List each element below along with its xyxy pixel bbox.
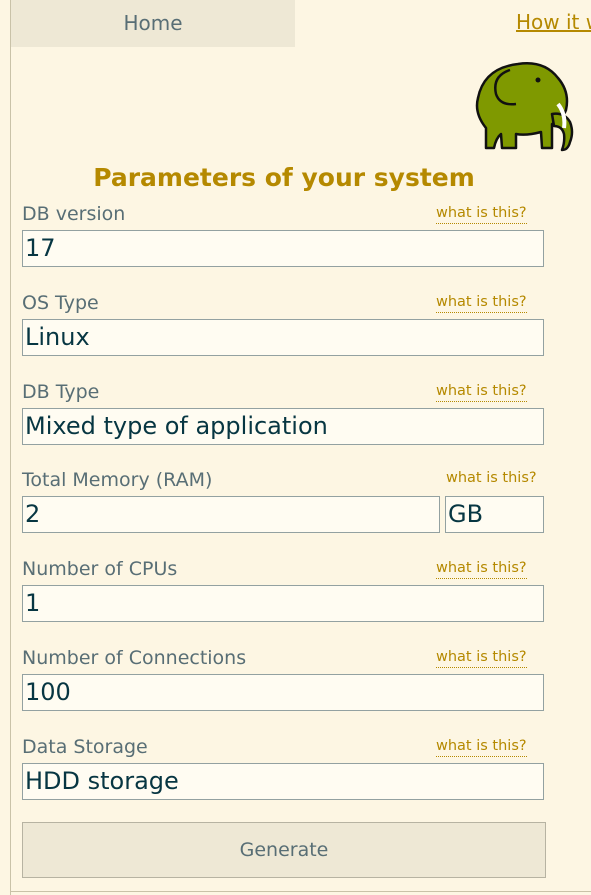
left-divider xyxy=(10,0,11,895)
generate-button[interactable]: Generate xyxy=(22,822,546,878)
page-title: Parameters of your system xyxy=(93,163,475,192)
db-version-help-link[interactable]: what is this? xyxy=(436,205,527,224)
page: Home How it w Parameters of your system … xyxy=(0,0,591,895)
tab-home[interactable]: Home xyxy=(11,0,295,47)
total-memory-help-link[interactable]: what is this? xyxy=(446,470,537,488)
storage-help-link[interactable]: what is this? xyxy=(436,738,527,757)
cpus-help-link[interactable]: what is this? xyxy=(436,560,527,579)
total-memory-label: Total Memory (RAM) xyxy=(22,469,213,491)
connections-input[interactable]: 100 xyxy=(22,674,544,711)
storage-select[interactable]: HDD storage xyxy=(22,763,544,800)
os-type-select[interactable]: Linux xyxy=(22,319,544,356)
memory-unit-select[interactable]: GB xyxy=(445,496,544,533)
db-version-select[interactable]: 17 xyxy=(22,230,544,267)
os-type-help-link[interactable]: what is this? xyxy=(436,294,527,313)
total-memory-input[interactable]: 2 xyxy=(22,496,440,533)
cpus-input[interactable]: 1 xyxy=(22,585,544,622)
cpus-label: Number of CPUs xyxy=(22,558,178,580)
bottom-divider xyxy=(10,891,591,892)
db-type-label: DB Type xyxy=(22,381,100,403)
db-type-help-link[interactable]: what is this? xyxy=(436,383,527,402)
elephant-icon xyxy=(475,62,574,152)
os-type-label: OS Type xyxy=(22,292,99,314)
db-type-select[interactable]: Mixed type of application xyxy=(22,408,544,445)
storage-label: Data Storage xyxy=(22,736,148,758)
connections-help-link[interactable]: what is this? xyxy=(436,649,527,668)
db-version-label: DB version xyxy=(22,203,126,225)
connections-label: Number of Connections xyxy=(22,647,247,669)
nav-link-how-it-works[interactable]: How it w xyxy=(516,10,591,34)
